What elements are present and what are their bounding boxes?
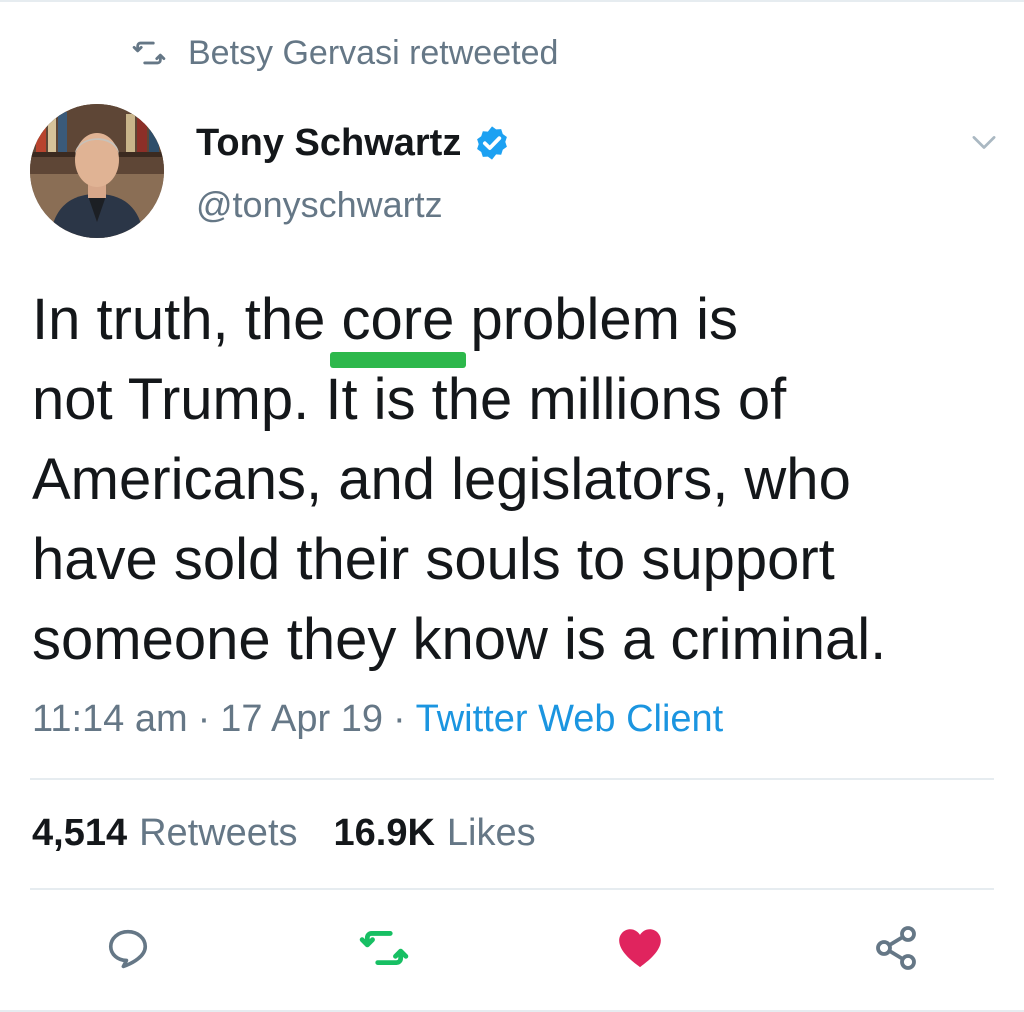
retweet-context-label: Betsy Gervasi retweeted: [188, 33, 559, 72]
retweet-button[interactable]: [358, 924, 410, 976]
retweets-count[interactable]: 4,514: [32, 812, 127, 855]
verified-badge-icon: [473, 124, 511, 162]
tweet-line: have sold their souls to support: [32, 527, 835, 592]
reply-button[interactable]: [102, 924, 154, 976]
author-name-text: Tony Schwartz: [196, 121, 462, 164]
avatar[interactable]: [30, 104, 164, 238]
retweet-icon: [132, 36, 166, 70]
meta-separator: ·: [197, 698, 211, 740]
top-border: [0, 0, 1024, 2]
tweet-line: someone they know is a criminal.: [32, 607, 887, 672]
share-icon: [872, 924, 920, 977]
divider: [30, 888, 994, 890]
author-name[interactable]: Tony Schwartz: [196, 118, 511, 168]
tweet-line: Americans, and legislators, who: [32, 447, 851, 512]
likes-label[interactable]: Likes: [447, 812, 536, 855]
tweet-line: In truth, the core problem is: [32, 287, 738, 352]
likes-count[interactable]: 16.9K: [334, 812, 435, 855]
divider: [30, 778, 994, 780]
heart-icon: [615, 923, 665, 978]
tweet-meta: 11:14 am · 17 Apr 19 · Twitter Web Client: [32, 698, 723, 741]
share-button[interactable]: [870, 924, 922, 976]
tweet-date: 17 Apr 19: [220, 698, 383, 740]
meta-separator: ·: [392, 698, 406, 740]
tweet-line: not Trump. It is the millions of: [32, 367, 787, 432]
highlighted-word: core: [341, 287, 455, 352]
chevron-down-icon[interactable]: [966, 128, 1002, 158]
reply-icon: [105, 925, 151, 976]
retweets-label[interactable]: Retweets: [139, 812, 297, 855]
tweet-source-link[interactable]: Twitter Web Client: [416, 698, 724, 740]
retweet-context[interactable]: Betsy Gervasi retweeted: [132, 30, 558, 76]
like-button[interactable]: [614, 924, 666, 976]
tweet-stats: 4,514 Retweets 16.9K Likes: [32, 812, 536, 855]
tweet-text: In truth, the core problem is not Trump.…: [32, 280, 992, 680]
retweet-icon: [359, 923, 409, 978]
tweet-time: 11:14 am: [32, 698, 188, 740]
author-handle[interactable]: @tonyschwartz: [196, 184, 443, 226]
